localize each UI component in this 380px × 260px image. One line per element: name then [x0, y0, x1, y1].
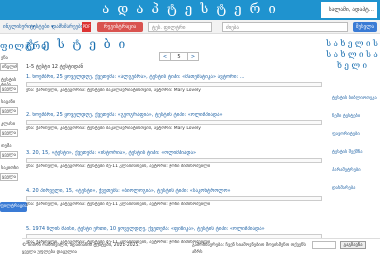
filter-input[interactable]: ტეს. ფილტრი [148, 22, 212, 32]
test-title-link[interactable]: 1. ნოემბრი, 25 ყოველდღე, ქვეთემა: «ალგებ… [26, 74, 322, 81]
search-input[interactable]: ძიება [222, 22, 348, 32]
test-meta: ენა: ქართული, კატეგორია: ტესტები მე-11 კ… [26, 202, 211, 207]
test-meta: ენა: ქართული, კატეგორია: ტესტები ბაკალავ… [26, 88, 201, 93]
test-item: 3. 20, 15, «ტესტი», ქვეთემა: «ისტორია», … [26, 150, 322, 170]
sidebar-link[interactable]: ტესტის შექმნა [332, 150, 378, 156]
header-banner: ა დ ა პ ტ ე ს ტ ე რ ი სალამი, ადაპტ... [0, 0, 380, 20]
user-greeting[interactable]: სალამი, ადაპტ... [321, 2, 377, 18]
sidebar-link[interactable]: დახმარება [332, 186, 378, 192]
filter-select[interactable]: ყველა [0, 151, 18, 159]
pager-next-button[interactable]: > [188, 53, 198, 61]
nav-dropdown-tests[interactable]: ტესტები ▾ [30, 24, 54, 30]
test-item: 4. 20 პირველი, 15, «ტესტი», ქვეთემა: «ბი… [26, 188, 322, 208]
filter-select[interactable]: ინგლისური [0, 63, 18, 71]
results-count: 1-5 ტესტი 12 ტესტიდან [26, 64, 84, 70]
filter-select[interactable]: ყველა [0, 129, 18, 137]
copyright-text: © სიმონ რამიშვილი, ადამიანის ტესტები, 20… [22, 243, 140, 255]
login-button[interactable]: შესვლა [353, 22, 377, 32]
test-title-link[interactable]: 5. 1974 წლის მაისი, ტესტი ერთი, 10 ყოველ… [26, 226, 322, 233]
test-item: 1. ნოემბრი, 25 ყოველდღე, ქვეთემა: «ალგებ… [26, 74, 322, 94]
register-button[interactable]: რეგისტრაცია [97, 22, 143, 32]
filter-select[interactable]: ყველა [0, 107, 18, 115]
filter-label: ენა [1, 56, 8, 61]
sidebar-link[interactable]: ტესტის ბიბლიოთეკა [332, 96, 378, 102]
sidebar-heading: ს ა ხ ე ლ ი ს ს ა ხ ლ ი ს ა ხ ე ლ ი [326, 39, 378, 70]
filter-label: თემა [1, 144, 12, 149]
pagination: < 5 > [159, 52, 199, 61]
filter-label: კლასი [1, 122, 16, 127]
pager-current-page[interactable]: 5 [170, 53, 188, 61]
test-preview-box [26, 120, 322, 125]
page-title: ტ ე ს ტ ე ბ ი [26, 37, 128, 51]
sidebar-link[interactable]: ჩემი ტესტები [332, 114, 378, 120]
pdf-icon[interactable]: PDF [82, 22, 91, 32]
test-title-link[interactable]: 2. ნოემბრი, 25 ყოველდღე, ქვეთემა: «გეოგრ… [26, 112, 322, 119]
pager-prev-button[interactable]: < [160, 53, 170, 61]
test-preview-box [26, 196, 322, 201]
test-meta: ენა: ქართული, კატეგორია: ტესტები ბაკალავ… [26, 126, 201, 131]
test-item: 2. ნოემბრი, 25 ყოველდღე, ქვეთემა: «გეოგრ… [26, 112, 322, 132]
left-filter-panel: ფილტრი ენა ინგლისური ტესტის ტიპი ყველა ს… [0, 34, 46, 260]
filter-select[interactable]: ყველა [0, 85, 18, 93]
sidebar-link[interactable]: პარამეტრები [332, 168, 378, 174]
main-content: ტ ე ს ტ ე ბ ი < 5 > 1-5 ტესტი 12 ტესტიდა… [22, 34, 322, 260]
feedback-text: გამოხმაურება: ჩვენ სიამოვნებით მოვისმენთ… [192, 243, 306, 255]
filter-select[interactable]: ყველა [0, 173, 18, 181]
test-title-link[interactable]: 3. 20, 15, «ტესტი», ქვეთემა: «ისტორია», … [26, 150, 322, 157]
test-title-link[interactable]: 4. 20 პირველი, 15, «ტესტი», ქვეთემა: «ბი… [26, 188, 322, 195]
top-nav: ინგლისური ▾ ტესტები ▾ დამხმარეები ▾ PDF … [0, 20, 380, 34]
filter-label: საკითხი [1, 166, 19, 171]
filter-label: საგანი [1, 100, 16, 105]
test-preview-box [26, 82, 322, 87]
right-sidebar: ს ა ხ ე ლ ი ს ს ა ხ ლ ი ს ა ხ ე ლ ი ტესტ… [324, 34, 380, 238]
test-meta: ენა: ქართული, კატეგორია: ტესტები მე-11 კ… [26, 164, 211, 169]
page-footer: © სიმონ რამიშვილი, ადამიანის ტესტები, 20… [22, 238, 380, 260]
feedback-input[interactable] [312, 241, 336, 249]
test-preview-box [26, 158, 322, 163]
sidebar-link[interactable]: ფავორიტები [332, 132, 378, 138]
feedback-send-button[interactable]: გაგზავნა [340, 241, 366, 249]
